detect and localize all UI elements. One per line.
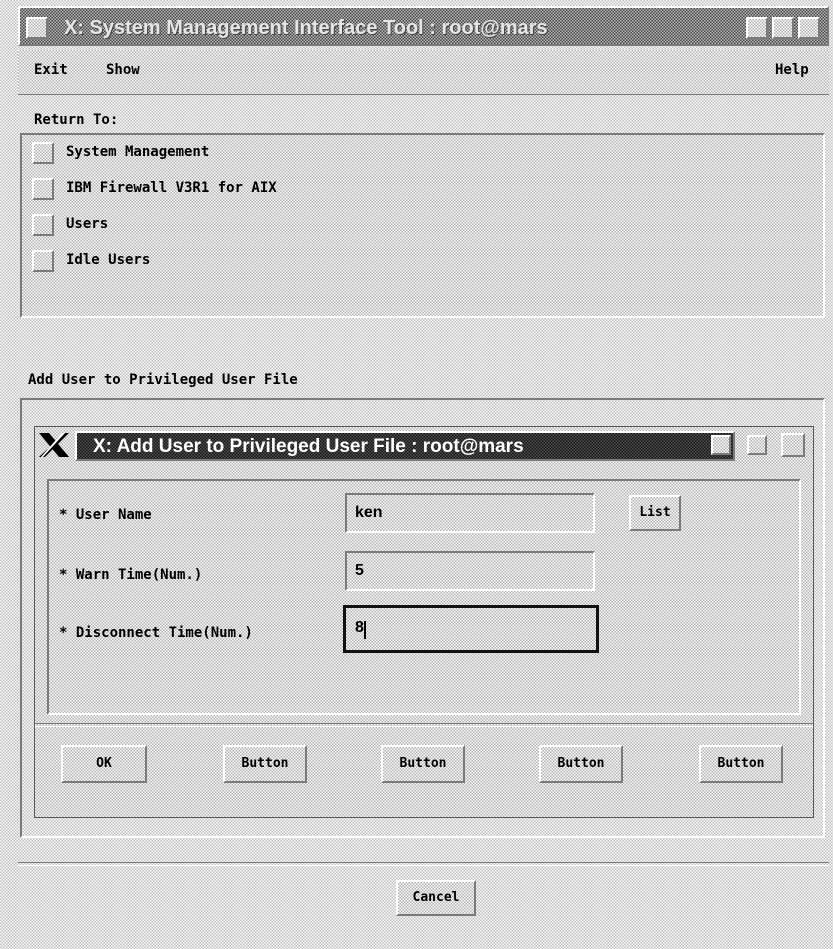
ok-button[interactable]: OK (61, 745, 147, 783)
return-item-label: System Management (66, 144, 210, 160)
return-to-label: Return To: (34, 112, 119, 128)
menu-show[interactable]: Show (106, 62, 140, 78)
return-to-list: System Management IBM Firewall V3R1 for … (20, 133, 825, 318)
window-menu-icon[interactable] (26, 17, 48, 39)
return-item-label: Users (66, 216, 109, 232)
separator (35, 723, 813, 727)
menubar: Exit Show Help (18, 50, 829, 95)
return-item-button-icon[interactable] (32, 142, 54, 164)
dialog-menu-icon[interactable] (711, 435, 731, 455)
warn-time-label: * Warn Time(Num.) (59, 567, 203, 583)
main-window-title: X: System Management Interface Tool : ro… (64, 17, 548, 39)
return-item-button-icon[interactable] (32, 250, 54, 272)
button-2[interactable]: Button (223, 745, 307, 783)
user-name-value: ken (355, 504, 383, 521)
button-4[interactable]: Button (539, 745, 623, 783)
minimize-icon[interactable] (746, 17, 768, 39)
x-logo-icon (35, 427, 73, 463)
dialog-title: X: Add User to Privileged User File : ro… (93, 436, 524, 457)
user-name-label: * User Name (59, 507, 152, 523)
dialog-title-bar[interactable]: X: Add User to Privileged User File : ro… (75, 431, 735, 461)
text-cursor (364, 621, 366, 639)
cancel-button[interactable]: Cancel (396, 880, 476, 916)
disconnect-time-value: 8 (355, 619, 364, 636)
button-5[interactable]: Button (699, 745, 783, 783)
maximize-icon[interactable] (781, 433, 805, 457)
section-heading: Add User to Privileged User File (28, 372, 298, 388)
maximize-icon[interactable] (772, 17, 794, 39)
separator (18, 862, 829, 866)
add-user-dialog: X: Add User to Privileged User File : ro… (34, 426, 814, 818)
list-button[interactable]: List (629, 495, 681, 531)
return-item-button-icon[interactable] (32, 178, 54, 200)
disconnect-time-label: * Disconnect Time(Num.) (59, 625, 253, 641)
return-item-label: IBM Firewall V3R1 for AIX (66, 180, 277, 196)
fields-panel: * User Name ken List * Warn Time(Num.) 5… (47, 479, 801, 715)
button-3[interactable]: Button (381, 745, 465, 783)
menu-exit[interactable]: Exit (34, 62, 68, 78)
return-item-button-icon[interactable] (32, 214, 54, 236)
main-title-bar[interactable]: X: System Management Interface Tool : ro… (18, 6, 829, 46)
menu-help[interactable]: Help (775, 62, 809, 78)
user-name-input[interactable]: ken (345, 493, 595, 533)
resize-icon[interactable] (798, 17, 820, 39)
warn-time-value: 5 (355, 562, 364, 579)
minimize-icon[interactable] (747, 435, 767, 455)
warn-time-input[interactable]: 5 (345, 551, 595, 591)
return-item-label: Idle Users (66, 252, 151, 268)
disconnect-time-input[interactable]: 8 (343, 605, 599, 653)
